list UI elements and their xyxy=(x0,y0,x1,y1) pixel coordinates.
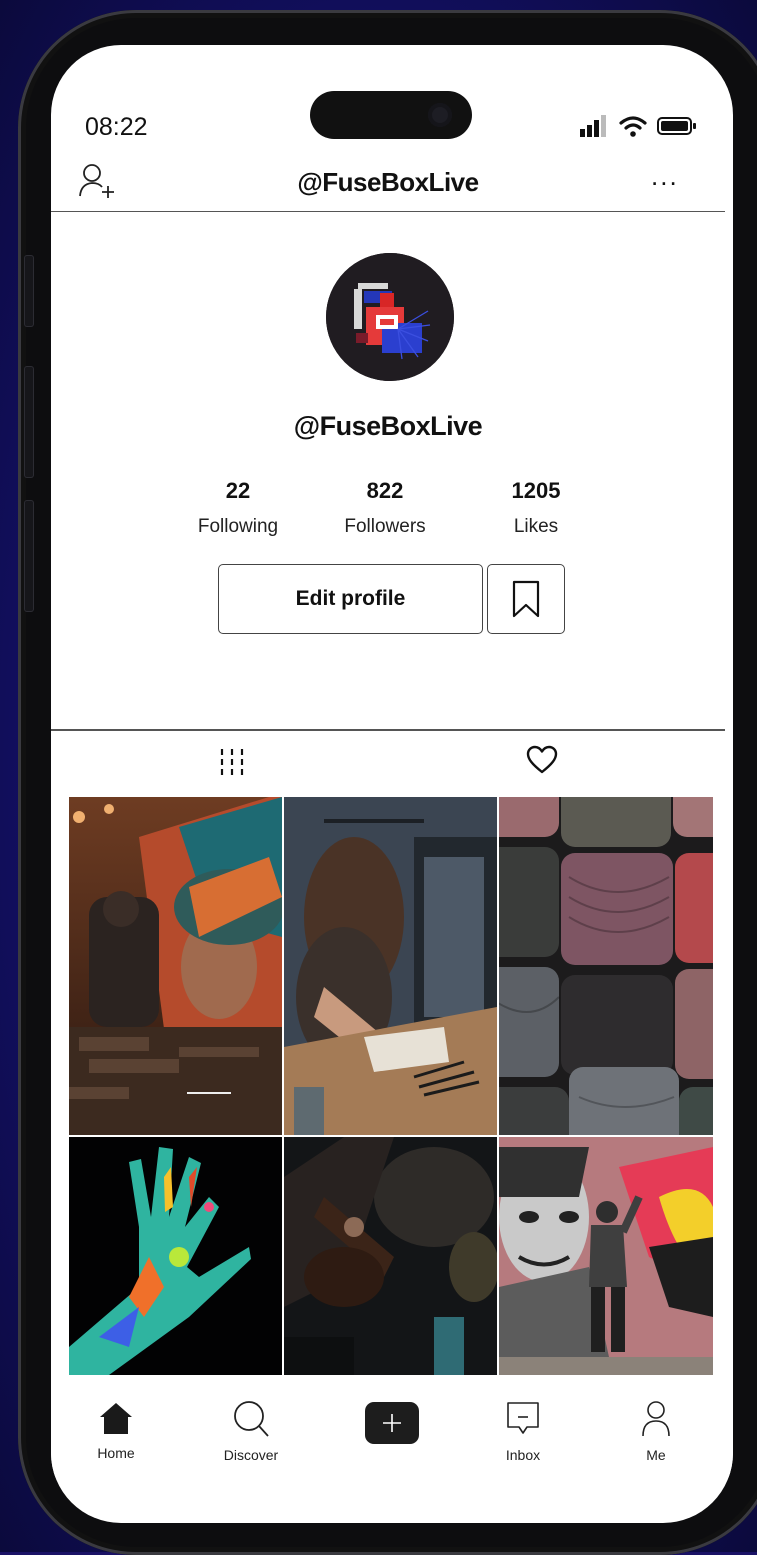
nav-home[interactable]: Home xyxy=(71,1400,161,1461)
bookmark-icon xyxy=(512,580,540,618)
thumbnail-street-art xyxy=(499,1137,713,1375)
video-tile[interactable] xyxy=(69,1137,282,1375)
inbox-icon xyxy=(507,1402,539,1434)
nav-label: Me xyxy=(646,1447,666,1463)
tabs-divider xyxy=(51,729,725,731)
wifi-icon xyxy=(619,116,647,137)
battery-icon xyxy=(657,117,696,135)
person-icon xyxy=(642,1401,670,1437)
heart-icon xyxy=(526,745,558,774)
stat-label: Following xyxy=(197,516,279,537)
video-tile[interactable] xyxy=(69,797,282,1135)
thumbnail-neon-hand xyxy=(69,1137,282,1375)
thumbnail-painting-mural xyxy=(69,797,282,1135)
thumbnail-woman-sketching xyxy=(284,797,497,1135)
nav-label: Home xyxy=(97,1445,135,1461)
create-button[interactable] xyxy=(365,1402,419,1444)
header-title: @FuseBoxLive xyxy=(297,167,479,197)
volume-down-button xyxy=(24,500,34,612)
search-icon xyxy=(234,1401,269,1437)
stat-value: 22 xyxy=(225,478,251,503)
avatar[interactable] xyxy=(326,253,454,381)
profile-header: @FuseBoxLive ... xyxy=(51,153,725,212)
video-tile[interactable] xyxy=(284,1137,497,1375)
stat-value: 1205 xyxy=(511,478,561,503)
video-tile[interactable] xyxy=(499,1137,713,1375)
nav-inbox[interactable]: Inbox xyxy=(478,1400,568,1463)
grid-lines-icon xyxy=(220,749,244,775)
thumbnail-textured-blocks xyxy=(499,797,713,1135)
tab-liked[interactable] xyxy=(526,745,558,780)
nav-discover[interactable]: Discover xyxy=(206,1400,296,1463)
stat-label: Likes xyxy=(513,516,559,537)
more-options-button[interactable]: ... xyxy=(651,163,679,189)
status-time: 08:22 xyxy=(85,113,148,141)
fusebox-logo xyxy=(326,253,454,381)
home-icon xyxy=(100,1403,132,1434)
nav-label: Discover xyxy=(223,1447,279,1463)
signal-icon xyxy=(580,115,606,137)
volume-up-button xyxy=(24,366,34,478)
stat-followers[interactable]: 822 Followers xyxy=(325,478,445,538)
silent-switch xyxy=(24,255,34,327)
stat-likes[interactable]: 1205 Likes xyxy=(476,478,596,538)
nav-me[interactable]: Me xyxy=(611,1400,701,1463)
stat-following[interactable]: 22 Following xyxy=(178,478,298,538)
nav-label: Inbox xyxy=(505,1447,541,1463)
plus-icon xyxy=(383,1414,401,1432)
profile-username: @FuseBoxLive xyxy=(293,411,483,441)
video-tile[interactable] xyxy=(499,797,713,1135)
phone-screen: 08:22 @FuseBoxLive ... @FuseBoxLive 22 F… xyxy=(51,45,733,1523)
status-icons xyxy=(579,115,697,137)
thumbnail-guitarist xyxy=(284,1137,497,1375)
tab-videos[interactable] xyxy=(217,747,247,782)
bottom-nav: Home Discover Inbox Me xyxy=(51,1378,733,1478)
video-grid xyxy=(69,797,713,1375)
stat-value: 822 xyxy=(366,478,404,503)
stat-label: Followers xyxy=(344,516,426,537)
video-tile[interactable] xyxy=(284,797,497,1135)
camera-icon xyxy=(428,103,452,127)
bookmarks-button[interactable] xyxy=(487,564,565,634)
dynamic-island xyxy=(310,91,472,139)
edit-profile-button[interactable]: Edit profile xyxy=(218,564,483,634)
